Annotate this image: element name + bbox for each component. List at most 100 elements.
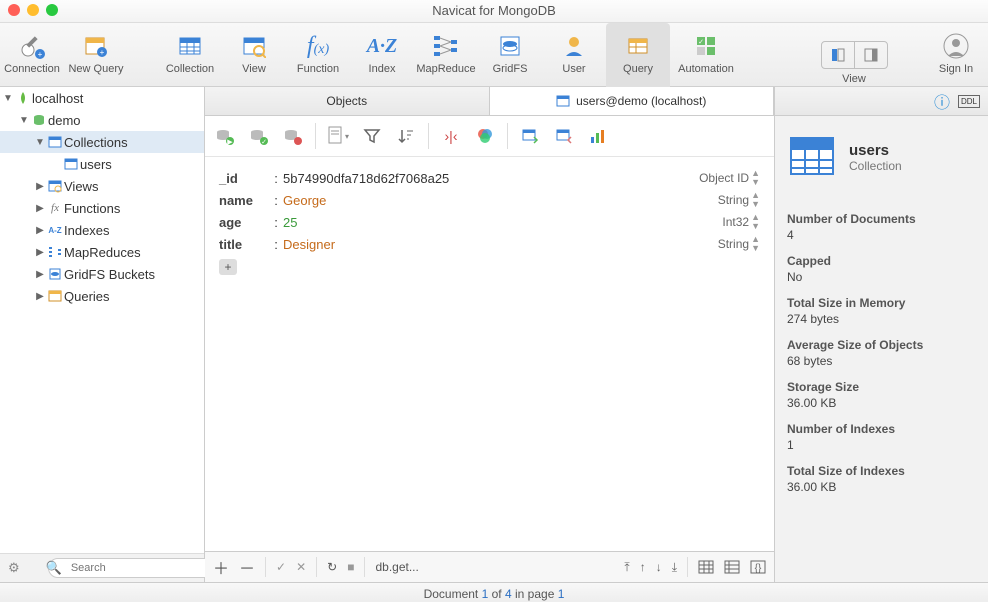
stat-key: Total Size of Indexes [787, 464, 976, 478]
svg-text:▶: ▶ [227, 139, 233, 146]
tree-node-collections[interactable]: ▼Collections [0, 131, 204, 153]
delete-record-button[interactable]: － [239, 555, 255, 579]
add-record-button[interactable]: ＋ [213, 555, 229, 579]
tree-node-demo[interactable]: ▼demo [0, 109, 204, 131]
sort-icon[interactable] [394, 124, 418, 148]
chart-icon[interactable] [586, 124, 610, 148]
view-label: View [242, 63, 266, 75]
index-button[interactable]: A·Z Index [350, 23, 414, 92]
rollback-icon[interactable] [281, 124, 305, 148]
tree-view-button[interactable] [724, 560, 740, 574]
close-window-button[interactable] [8, 4, 20, 16]
automation-button[interactable]: ✓ Automation [670, 23, 742, 92]
export-icon[interactable] [552, 124, 576, 148]
ddl-icon[interactable]: DDL [958, 95, 980, 108]
field-type[interactable]: String▲▼ [718, 235, 760, 253]
tree-label: Collections [64, 135, 128, 150]
tree-node-mapreduces[interactable]: ▶MapReduces [0, 241, 204, 263]
tree-label: Queries [64, 289, 110, 304]
json-view-button[interactable]: {} [750, 560, 766, 574]
stop-button[interactable]: ■ [347, 560, 354, 574]
field-row[interactable]: _id:5b74990dfa718d62f7068a25Object ID▲▼ [219, 167, 760, 189]
connection-label: Connection [4, 63, 60, 75]
user-button[interactable]: User [542, 23, 606, 92]
main-toolbar: + Connection + New Query Collection View… [0, 23, 988, 87]
tree-node-users[interactable]: users [0, 153, 204, 175]
view-mode-detail-button[interactable] [855, 42, 887, 68]
gridfs-button[interactable]: GridFS [478, 23, 542, 92]
field-value[interactable]: George [283, 193, 718, 208]
stat-value: 36.00 KB [787, 396, 976, 410]
prev-page-button[interactable]: ↑ [640, 560, 646, 574]
tab-objects[interactable]: Objects [205, 87, 490, 115]
stat-item: Storage Size36.00 KB [787, 380, 976, 410]
type-toggle-icon[interactable]: ›|‹ [439, 124, 463, 148]
grid-view-button[interactable] [698, 560, 714, 574]
field-value[interactable]: Designer [283, 237, 718, 252]
mapreduce-button[interactable]: MapReduce [414, 23, 478, 92]
function-label: Function [297, 63, 339, 75]
field-row[interactable]: name:GeorgeString▲▼ [219, 189, 760, 211]
query-label: Query [623, 63, 653, 75]
minimize-window-button[interactable] [27, 4, 39, 16]
tree-label: localhost [32, 91, 83, 106]
apply-button[interactable]: ✓ [276, 560, 286, 574]
info-icon[interactable]: ⓘ [934, 89, 950, 113]
stat-item: Total Size of Indexes 36.00 KB [787, 464, 976, 494]
new-query-button[interactable]: + New Query [64, 23, 128, 92]
field-type[interactable]: Int32▲▼ [722, 213, 760, 231]
import-icon[interactable] [518, 124, 542, 148]
filter-icon[interactable] [360, 124, 384, 148]
stat-item: Number of Documents4 [787, 212, 976, 242]
tree-node-queries[interactable]: ▶Queries [0, 285, 204, 307]
add-field-button[interactable]: + [219, 259, 237, 275]
commit-icon[interactable]: ✓ [247, 124, 271, 148]
field-type[interactable]: Object ID▲▼ [699, 169, 760, 187]
tree-node-gridfs[interactable]: ▶GridFS Buckets [0, 263, 204, 285]
tree-node-indexes[interactable]: ▶A-ZIndexes [0, 219, 204, 241]
function-button[interactable]: f(x) Function [286, 23, 350, 92]
sign-in-button[interactable]: Sign In [924, 23, 988, 92]
last-page-button[interactable]: ⤓ [672, 560, 677, 575]
index-label: Index [369, 63, 396, 75]
mapreduce-icon [46, 245, 64, 259]
svg-text:{}: {} [755, 563, 762, 574]
stat-value: No [787, 270, 976, 284]
tree-node-functions[interactable]: ▶fxFunctions [0, 197, 204, 219]
function-icon: fx [46, 202, 64, 214]
cancel-button[interactable]: ✕ [296, 560, 306, 574]
field-value[interactable]: 5b74990dfa718d62f7068a25 [283, 171, 699, 186]
gridfs-icon [46, 267, 64, 281]
collection-button[interactable]: Collection [158, 23, 222, 92]
database-icon [30, 113, 48, 127]
field-type[interactable]: String▲▼ [718, 191, 760, 209]
collection-label: Collection [166, 63, 214, 75]
tab-document[interactable]: users@demo (localhost) [490, 87, 775, 115]
field-row[interactable]: age:25Int32▲▼ [219, 211, 760, 233]
search-input[interactable] [48, 558, 222, 578]
svg-text:✓: ✓ [261, 139, 267, 146]
text-doc-icon[interactable]: ▾ [326, 124, 350, 148]
info-title: users [849, 142, 902, 159]
zoom-window-button[interactable] [46, 4, 58, 16]
next-page-button[interactable]: ↓ [656, 560, 662, 574]
query-button[interactable]: Query [606, 23, 670, 92]
window-title: Navicat for MongoDB [432, 3, 556, 18]
tree-node-views[interactable]: ▶Views [0, 175, 204, 197]
refresh-button[interactable]: ↻ [327, 560, 337, 574]
begin-transaction-icon[interactable]: ▶ [213, 124, 237, 148]
stat-value: 36.00 KB [787, 480, 976, 494]
view-button[interactable]: View [222, 23, 286, 92]
command-text: db.get... [375, 560, 418, 574]
field-value[interactable]: 25 [283, 215, 722, 230]
sidebar-footer: ⚙ 🔍 [0, 553, 204, 582]
settings-icon[interactable]: ⚙ [8, 560, 20, 576]
stat-value: 1 [787, 438, 976, 452]
field-row[interactable]: title:DesignerString▲▼ [219, 233, 760, 255]
first-page-button[interactable]: ⤒ [624, 560, 629, 575]
color-icon[interactable] [473, 124, 497, 148]
connection-button[interactable]: + Connection [0, 23, 64, 92]
connection-tree[interactable]: ▼localhost ▼demo ▼Collections users ▶Vie… [0, 87, 204, 553]
tree-node-localhost[interactable]: ▼localhost [0, 87, 204, 109]
view-mode-list-button[interactable] [822, 42, 855, 68]
